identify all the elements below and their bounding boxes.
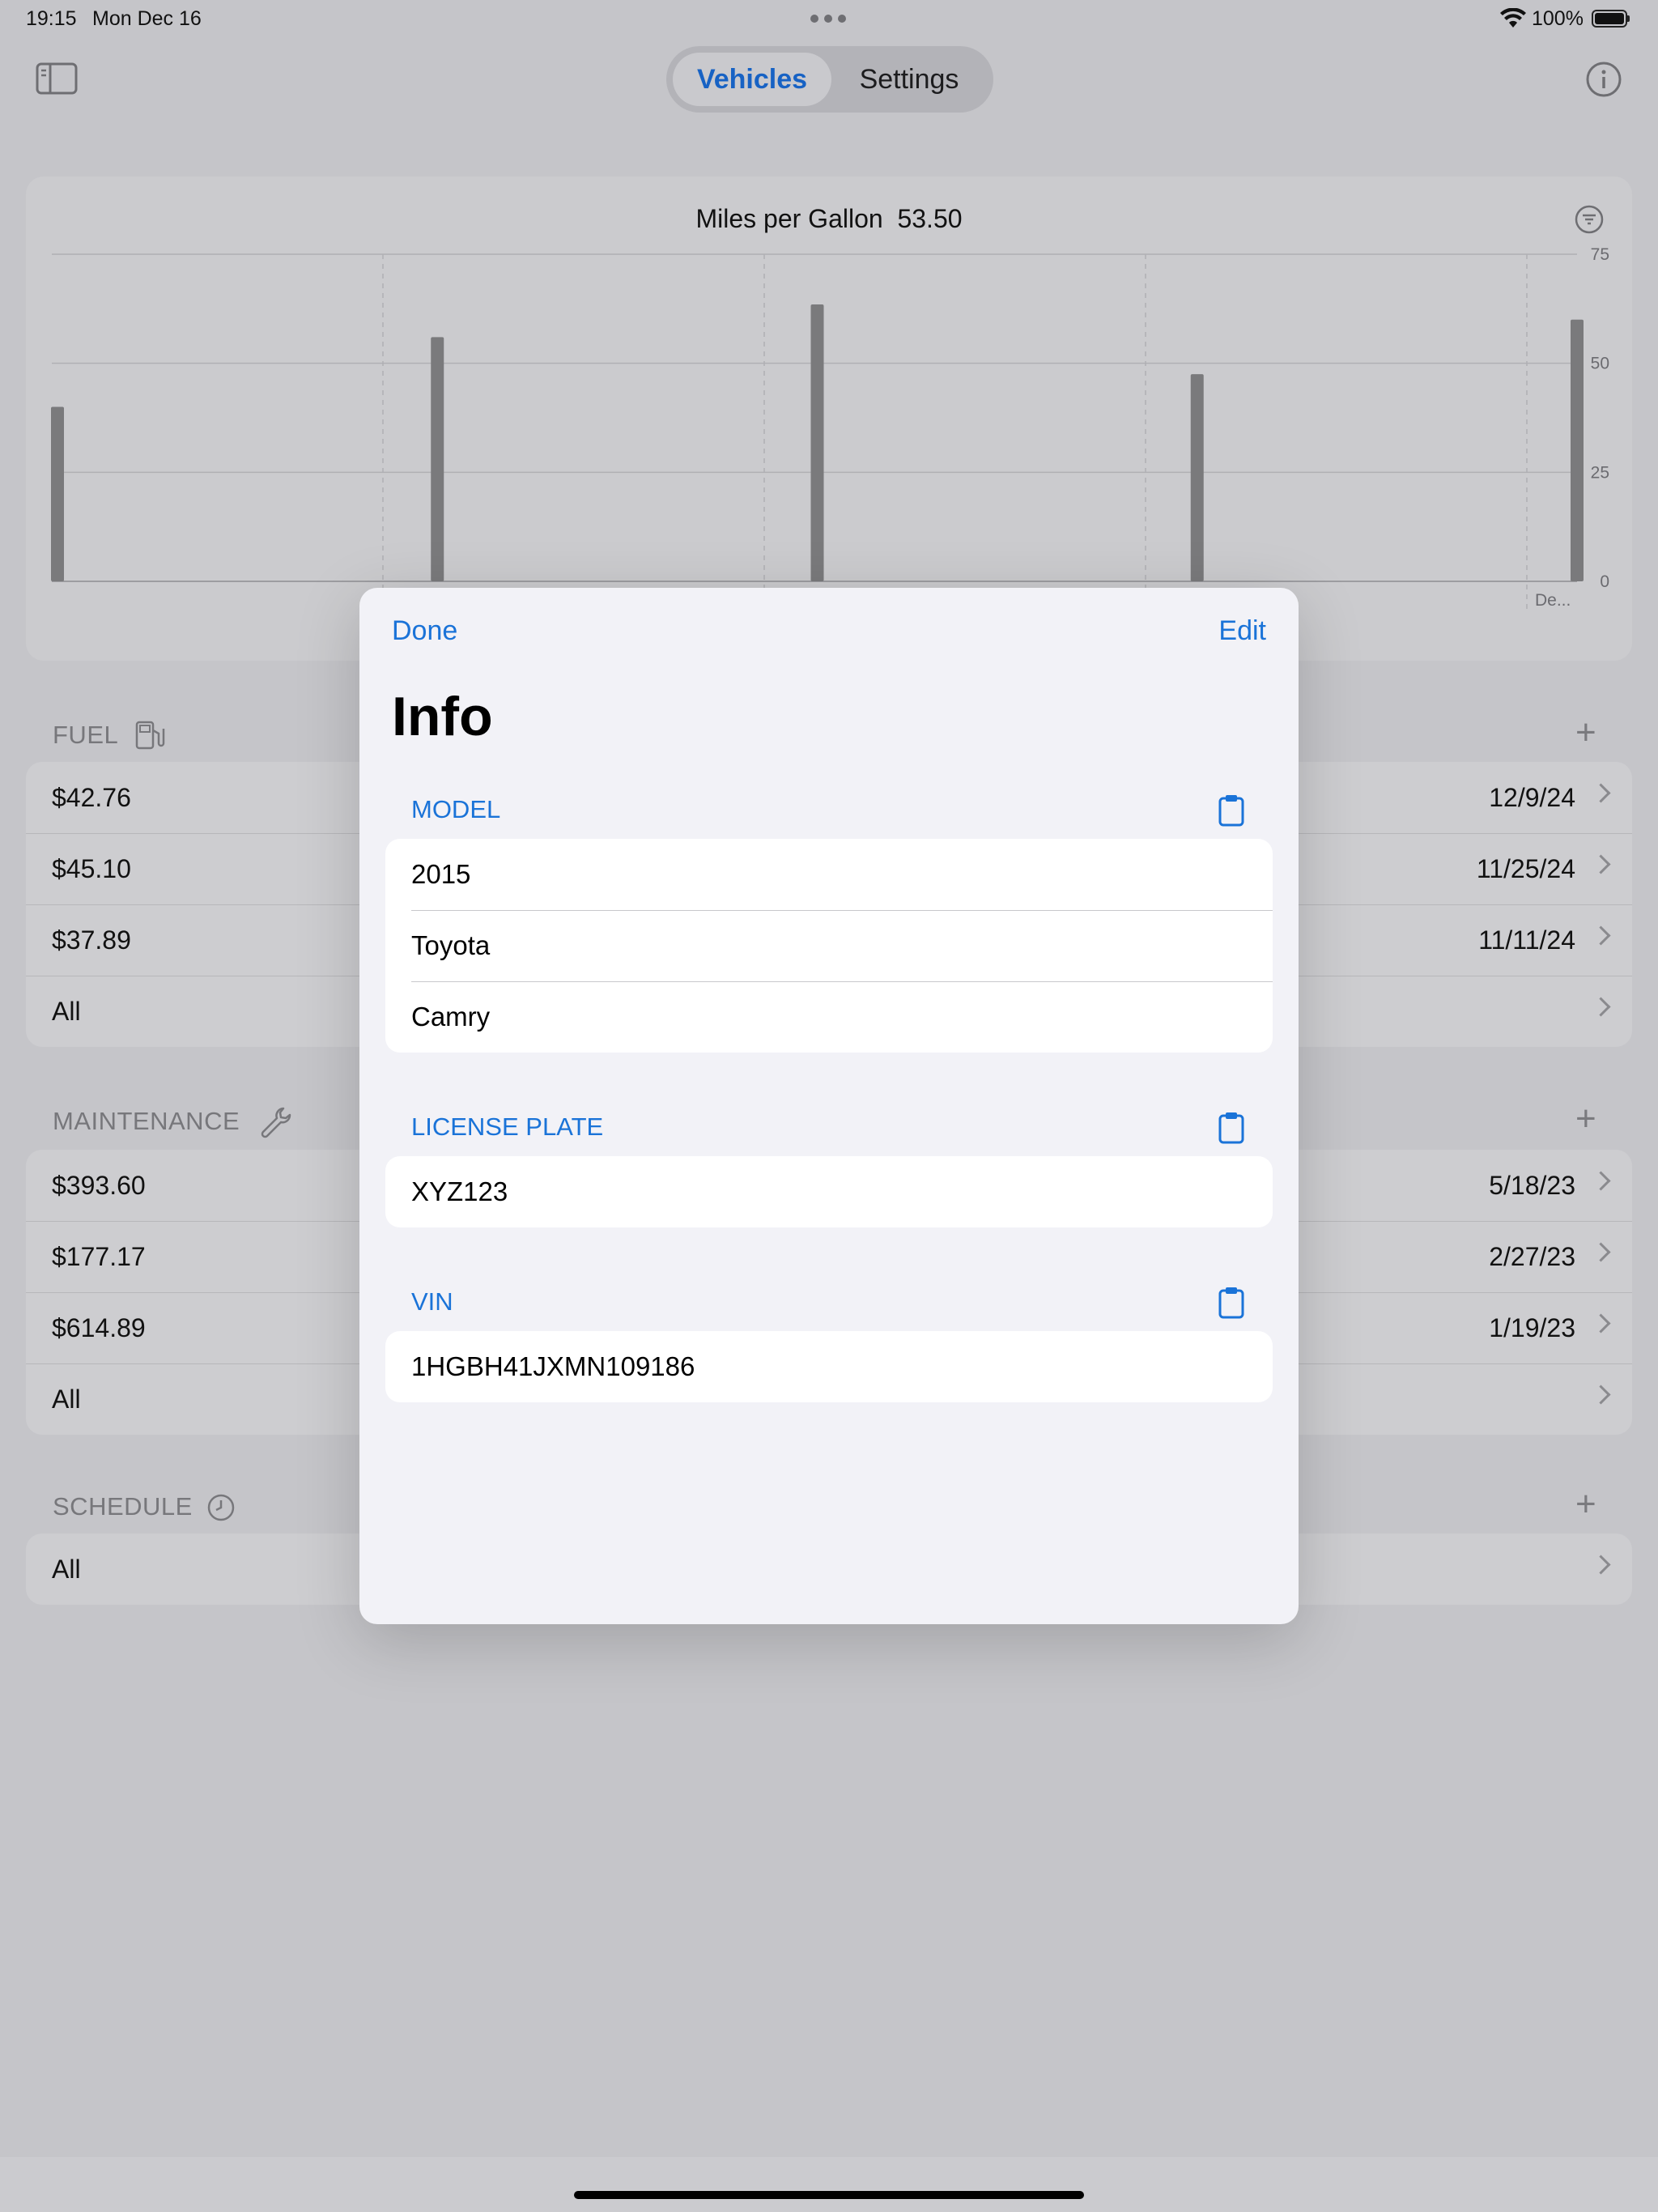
- license-plate-header: LICENSE PLATE: [411, 1112, 604, 1141]
- model-year-value: 2015: [411, 859, 471, 889]
- fuel-amount: $37.89: [52, 925, 131, 955]
- y-tick-label: 75: [1591, 245, 1609, 264]
- status-time: 19:15: [26, 7, 77, 30]
- model-make-row: Toyota: [385, 910, 1273, 981]
- info-modal-sheet: Done Edit Info MODEL 2015 Toyota Camry L…: [359, 588, 1299, 1624]
- maintenance-date: 2/27/23: [1489, 1242, 1575, 1271]
- model-year-row: 2015: [385, 839, 1273, 910]
- info-icon[interactable]: [1585, 61, 1622, 102]
- fuel-section-header: FUEL: [53, 721, 118, 750]
- chevron-right-icon: [1591, 1171, 1611, 1191]
- maintenance-amount: $393.60: [52, 1171, 146, 1200]
- tab-settings[interactable]: Settings: [831, 53, 987, 106]
- chevron-right-icon: [1591, 997, 1611, 1017]
- chart-bar: [51, 406, 64, 581]
- chevron-right-icon: [1591, 925, 1611, 946]
- wifi-icon: [1499, 7, 1527, 33]
- chart-bar: [1571, 319, 1584, 581]
- fuel-date: 12/9/24: [1489, 783, 1575, 812]
- y-tick-label: 0: [1600, 572, 1609, 591]
- model-header: MODEL: [411, 795, 501, 823]
- fuel-all-label: All: [52, 997, 81, 1026]
- copy-model-clipboard-icon[interactable]: [1218, 793, 1245, 832]
- maintenance-amount: $614.89: [52, 1313, 146, 1342]
- clock-icon: [206, 1492, 236, 1527]
- bottom-bar: [0, 2157, 1658, 2212]
- vin-value: 1HGBH41JXMN109186: [411, 1351, 695, 1381]
- maintenance-date: 1/19/23: [1489, 1313, 1575, 1342]
- tab-vehicles[interactable]: Vehicles: [673, 53, 831, 106]
- vin-group: 1HGBH41JXMN109186: [385, 1331, 1273, 1402]
- chart-bar: [810, 304, 824, 581]
- license-plate-value: XYZ123: [411, 1176, 508, 1206]
- copy-vin-clipboard-icon[interactable]: [1218, 1286, 1245, 1324]
- edit-button[interactable]: Edit: [1218, 615, 1266, 647]
- license-plate-group: XYZ123: [385, 1156, 1273, 1227]
- model-make-value: Toyota: [411, 930, 491, 960]
- fuel-date: 11/11/24: [1478, 925, 1575, 955]
- vin-header: VIN: [411, 1287, 453, 1316]
- chart-bar: [1190, 374, 1204, 581]
- y-tick-label: 25: [1591, 463, 1609, 482]
- status-date: Mon Dec 16: [92, 7, 202, 30]
- y-tick-label: 50: [1591, 355, 1609, 373]
- model-group: 2015 Toyota Camry: [385, 839, 1273, 1053]
- chevron-right-icon: [1591, 1555, 1611, 1575]
- maintenance-date: 5/18/23: [1489, 1171, 1575, 1200]
- license-plate-row: XYZ123: [385, 1156, 1273, 1227]
- add-maintenance-plus-icon[interactable]: +: [1575, 1099, 1596, 1139]
- schedule-section-header: SCHEDULE: [53, 1492, 193, 1521]
- chevron-right-icon: [1591, 854, 1611, 874]
- battery-icon: [1592, 10, 1630, 28]
- fuel-amount: $42.76: [52, 783, 131, 812]
- model-name-value: Camry: [411, 1002, 491, 1032]
- done-button[interactable]: Done: [392, 615, 457, 647]
- fuel-amount: $45.10: [52, 854, 131, 883]
- vin-row: 1HGBH41JXMN109186: [385, 1331, 1273, 1402]
- fuel-pump-icon: [134, 719, 166, 755]
- wrench-icon: [259, 1105, 293, 1143]
- fuel-header-label: FUEL: [53, 721, 119, 749]
- chevron-right-icon: [1591, 1385, 1611, 1405]
- multitasking-ellipsis-icon[interactable]: [810, 13, 847, 28]
- schedule-header-label: SCHEDULE: [53, 1492, 193, 1521]
- x-tick-label: De...: [1535, 591, 1571, 610]
- vehicles-settings-segmented-control: Vehicles Settings: [666, 46, 993, 113]
- maintenance-section-header: MAINTENANCE: [53, 1107, 240, 1136]
- copy-license-plate-clipboard-icon[interactable]: [1218, 1111, 1245, 1149]
- modal-title: Info: [392, 686, 493, 747]
- maintenance-amount: $177.17: [52, 1242, 146, 1271]
- model-name-row: Camry: [385, 981, 1273, 1053]
- chevron-right-icon: [1591, 1313, 1611, 1334]
- maintenance-all-label: All: [52, 1385, 81, 1414]
- chevron-right-icon: [1591, 1242, 1611, 1262]
- add-fuel-plus-icon[interactable]: +: [1575, 713, 1596, 753]
- chevron-right-icon: [1591, 783, 1611, 803]
- schedule-all-label: All: [52, 1555, 81, 1584]
- home-indicator[interactable]: [574, 2191, 1084, 2199]
- chart-bar: [431, 337, 444, 581]
- maintenance-header-label: MAINTENANCE: [53, 1107, 240, 1135]
- add-schedule-plus-icon[interactable]: +: [1575, 1484, 1596, 1525]
- battery-percentage: 100%: [1532, 7, 1584, 30]
- fuel-date: 11/25/24: [1476, 854, 1575, 883]
- sidebar-toggle-icon[interactable]: [36, 62, 78, 99]
